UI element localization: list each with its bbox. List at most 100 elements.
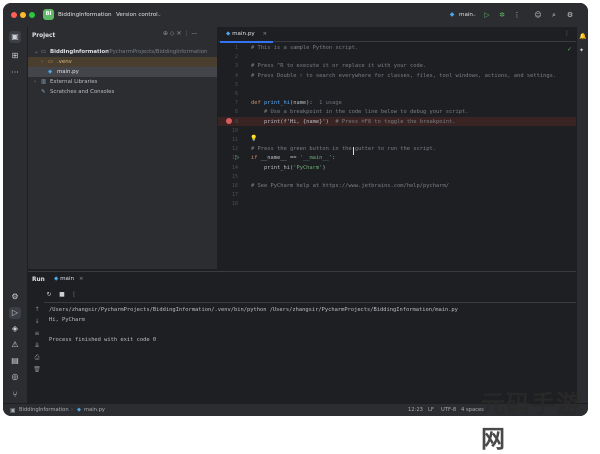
code-editor[interactable]: ◆ main.py × ⋮ ✓ 💡 ▷ 1 2 3 4 5 6 7 8 9 10 11 12 13 14 1… [218, 27, 576, 269]
close-tab-icon[interactable]: × [263, 31, 268, 37]
more-icon[interactable]: ⋮ [512, 10, 522, 20]
stop-icon[interactable]: ■ [58, 291, 66, 299]
settings-icon[interactable]: ⚙ [565, 10, 575, 20]
line-number[interactable]: 7 [218, 100, 238, 106]
run-tool-icon[interactable]: ▷ [9, 307, 21, 319]
ai-assistant-icon[interactable]: ✦ [579, 47, 584, 54]
left-tool-strip: ▣ ⊞ ··· ⚙ ▷ ◈ ⚠ ▤ ◎ ⑂ [3, 27, 28, 403]
right-tool-strip: 🔔 ✦ [576, 27, 588, 403]
line-number[interactable]: 17 [218, 192, 238, 198]
tree-item-external-libraries[interactable]: › ▥ External Libraries [28, 77, 217, 87]
folder-icon: ▭ [48, 59, 54, 65]
code-token: # Press the green button in the gutter t… [251, 146, 436, 153]
scroll-up-icon[interactable]: ↑ [33, 306, 41, 314]
line-number[interactable]: 2 [218, 54, 238, 60]
python-file-icon: ◆ [77, 407, 81, 413]
problems-icon[interactable]: ⚠ [9, 339, 21, 351]
debug-icon[interactable]: ✲ [497, 10, 507, 20]
chevron-right-icon: › [34, 79, 37, 85]
line-number[interactable]: 4 [218, 73, 238, 79]
python-console-icon[interactable]: ◈ [9, 323, 21, 335]
python-packages-icon[interactable]: ⚙ [9, 291, 21, 303]
line-number[interactable]: 15 [218, 174, 238, 180]
soft-wrap-icon[interactable]: ≡ [33, 330, 41, 338]
console-line: Process finished with exit code 0 [49, 337, 157, 343]
code-token: # Press ^R to execute it or replace it w… [251, 63, 427, 70]
notifications-icon[interactable]: 🔔 [579, 33, 586, 40]
line-number[interactable]: 8 [218, 109, 238, 115]
code-token: 1 usage [319, 100, 342, 107]
run-config-selector[interactable]: main [459, 12, 473, 18]
line-number[interactable]: 1 [218, 45, 238, 51]
line-number[interactable]: 12 [218, 146, 238, 152]
line-number[interactable]: 16 [218, 183, 238, 189]
services-icon[interactable]: ◎ [9, 371, 21, 383]
git-icon[interactable]: ⑂ [9, 389, 21, 401]
more-icon[interactable]: ⋮ [70, 291, 78, 299]
tree-item-venv[interactable]: › ▭ .venv [28, 57, 217, 67]
zoom-window-button[interactable] [29, 12, 35, 18]
print-icon[interactable]: ⎙ [33, 354, 41, 362]
code-line: # Use a breakpoint in the code line belo… [251, 109, 468, 115]
code-line: # Press Double ⇧ to search everywhere fo… [251, 73, 556, 79]
project-badge[interactable]: BI [43, 9, 54, 20]
code-token: if [251, 155, 261, 162]
close-tab-icon[interactable]: × [79, 276, 84, 282]
line-number[interactable]: 11 [218, 137, 238, 143]
search-icon[interactable]: ⌕ [549, 10, 559, 20]
scroll-down-icon[interactable]: ↓ [33, 318, 41, 326]
code-token: __name__ == [260, 155, 300, 162]
code-line: # See PyCharm help at https://www.jetbra… [251, 183, 449, 189]
minimize-window-button[interactable] [20, 12, 26, 18]
editor-tab-bar: ◆ main.py × ⋮ [218, 27, 576, 43]
editor-tab-main-py[interactable]: ◆ main.py × [220, 27, 274, 43]
project-switcher[interactable]: BiddingInformation [58, 12, 112, 18]
line-number[interactable]: 10 [218, 128, 238, 134]
breadcrumb-project[interactable]: BiddingInformation [19, 404, 69, 416]
vcs-widget[interactable]: Version control [116, 12, 158, 18]
code-line: # Press the green button in the gutter t… [251, 146, 436, 152]
line-number[interactable]: 6 [218, 91, 238, 97]
line-number[interactable]: 18 [218, 201, 238, 207]
code-token: # Use a breakpoint in the code line belo… [251, 109, 469, 116]
trash-icon[interactable]: 🗑 [33, 366, 41, 374]
caret-position[interactable]: 12:23 [408, 404, 423, 416]
code-line: # This is a sample Python script. [251, 45, 358, 51]
chevron-down-icon: ⌄ [34, 49, 39, 55]
project-panel-title[interactable]: Project [32, 33, 55, 39]
line-ending[interactable]: LF [428, 404, 434, 416]
code-token: '__main__' [299, 155, 333, 162]
code-line: def print_hi(name): 1 usage [251, 100, 342, 106]
structure-tool-icon[interactable]: ⊞ [9, 50, 21, 62]
run-icon[interactable]: ▷ [482, 10, 492, 20]
profile-icon[interactable]: ☺ [533, 10, 543, 20]
ide-window: BI BiddingInformation ⌄ Version control … [3, 3, 588, 416]
code-line: print_hi('PyCharm') [251, 165, 326, 171]
checkmark-icon: ✓ [567, 46, 573, 53]
close-window-button[interactable] [11, 12, 17, 18]
tree-item-scratches[interactable]: ✎ Scratches and Consoles [28, 87, 217, 97]
terminal-icon[interactable]: ▤ [9, 355, 21, 367]
line-number[interactable]: 13 [218, 155, 238, 161]
code-line: print(f'Hi, {name}') # Press ⌘F8 to togg… [251, 118, 456, 125]
lightbulb-icon[interactable]: 💡 [250, 135, 257, 142]
code-token: (name): [289, 100, 320, 107]
line-number[interactable]: 9 [218, 119, 238, 125]
code-token: print(f'Hi, {name}') [251, 118, 336, 125]
tree-item-main-py[interactable]: ◆ main.py [28, 67, 217, 77]
file-encoding[interactable]: UTF-8 [441, 404, 456, 416]
line-number[interactable]: 14 [218, 165, 238, 171]
breadcrumb-file[interactable]: main.py [84, 404, 105, 416]
scroll-to-end-icon[interactable]: ⇊ [33, 342, 41, 350]
line-number[interactable]: 5 [218, 82, 238, 88]
tree-item-label: main.py [57, 69, 79, 75]
more-icon[interactable]: ⋮ [564, 30, 570, 37]
more-tools-icon[interactable]: ··· [9, 67, 21, 79]
line-number[interactable]: 3 [218, 63, 238, 69]
project-tool-icon[interactable]: ▣ [9, 31, 21, 43]
rerun-icon[interactable]: ↻ [45, 291, 53, 299]
chevron-right-icon: › [41, 59, 44, 65]
tree-item-root[interactable]: ⌄ ▭ BiddingInformation ~/PycharmProjects… [28, 47, 217, 57]
tree-item-label: .venv [57, 59, 72, 65]
run-tab-main[interactable]: ◆ main × [54, 276, 84, 282]
